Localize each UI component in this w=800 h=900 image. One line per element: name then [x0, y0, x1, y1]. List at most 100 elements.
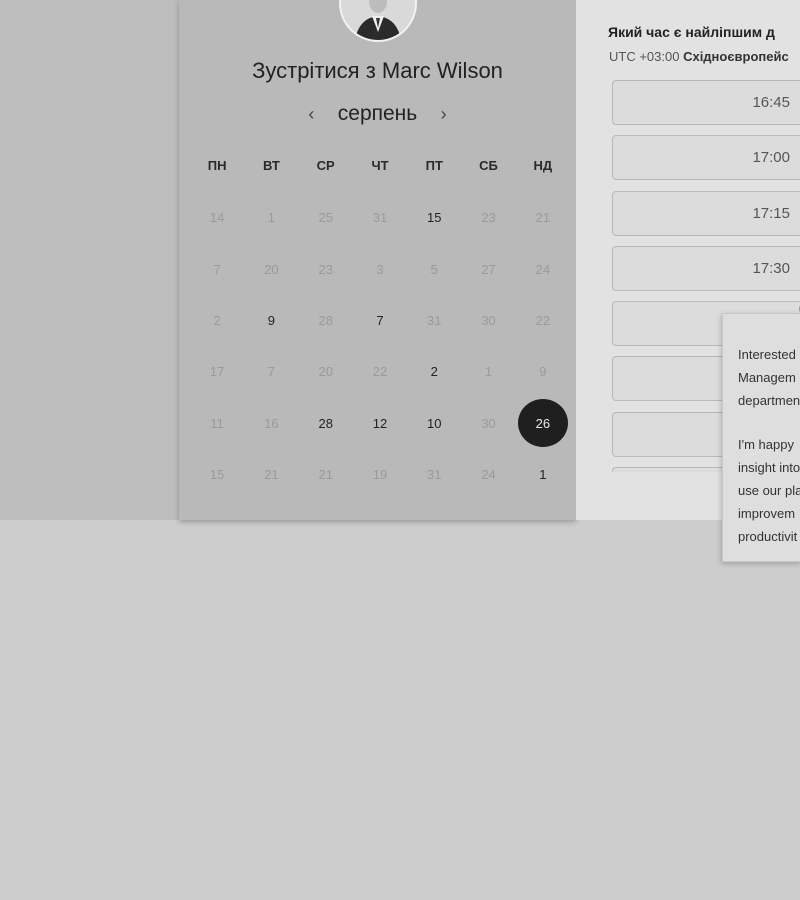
calendar-day-unavailable: 23 [461, 194, 515, 242]
calendar-day-available[interactable]: 10 [407, 399, 461, 447]
calendar-day-number: 30 [481, 312, 496, 328]
calendar-day-number: 3 [376, 261, 384, 277]
calendar-day-number: 22 [535, 312, 551, 328]
calendar-day-number: 1 [267, 210, 276, 226]
calendar-day-unavailable: 24 [461, 451, 515, 499]
left-strip [0, 0, 179, 520]
calendar-day-number: 30 [481, 415, 496, 431]
month-label: серпень [337, 102, 418, 125]
time-slot-button[interactable]: 16:45 [612, 80, 800, 125]
time-slot-button[interactable]: 17:00 [612, 135, 800, 181]
calendar-day-number: 11 [210, 415, 224, 431]
popover-line: Interested [738, 347, 796, 362]
calendar-day-number: 20 [264, 261, 279, 277]
calendar-day-number: 15 [209, 467, 225, 483]
calendar-day-available[interactable]: 7 [353, 296, 407, 344]
calendar-week-row: 7 20 23 3 5 27 24 [190, 243, 570, 294]
calendar-day-unavailable: 7 [190, 245, 244, 293]
calendar-day-unavailable: 21 [299, 451, 353, 499]
calendar-day-unavailable: 30 [461, 296, 515, 344]
calendar-day-unavailable: 22 [516, 296, 570, 344]
calendar-day-unavailable: 9 [516, 348, 570, 396]
next-month-chevron-icon[interactable]: › [434, 104, 454, 125]
weekday-header: ПН ВТ СР ЧТ ПТ СБ НД [190, 158, 570, 178]
calendar-week-row: 2 9 28 7 31 30 22 [190, 295, 570, 346]
calendar-day-selected[interactable]: 26 [516, 399, 570, 448]
calendar-day-unavailable: 30 [461, 399, 515, 447]
popover-line: productivit [738, 528, 798, 544]
calendar-day-unavailable: 23 [299, 245, 353, 293]
popover-text: Interested Managem departmen I'm happy insig… [738, 344, 800, 561]
calendar-day-unavailable: 7 [244, 348, 298, 396]
calendar-day-number: 9 [267, 312, 276, 328]
calendar-day-unavailable: 14 [190, 194, 244, 242]
calendar-day-number: 19 [372, 467, 388, 483]
calendar-day-unavailable: 17 [190, 348, 244, 396]
calendar-day-number: 25 [318, 210, 333, 226]
calendar-day-number: 15 [427, 210, 442, 226]
calendar-day-unavailable: 20 [244, 245, 298, 293]
popover-paragraph: Interested Managem departmen [738, 344, 800, 412]
timezone-label[interactable]: UTC +03:00 Східноєвропейс [609, 49, 800, 64]
calendar-day-unavailable: 21 [516, 194, 570, 242]
calendar-day-unavailable: 1 [244, 194, 298, 242]
calendar-day-number: 17 [209, 364, 225, 380]
calendar-day-unavailable: 31 [407, 296, 461, 344]
calendar-day-available[interactable]: 15 [407, 194, 461, 242]
calendar-day-number: 9 [539, 364, 547, 380]
month-navigator: ‹ серпень › [179, 102, 576, 128]
calendar-day-available[interactable]: 12 [353, 399, 407, 447]
popover-line: Managem [738, 369, 796, 385]
popover-line: I'm happy [738, 437, 794, 453]
time-slot-button[interactable]: 17:30 [612, 245, 800, 291]
prev-month-chevron-icon[interactable]: ‹ [301, 104, 321, 125]
calendar-day-unavailable: 1 [461, 348, 515, 396]
calendar-week-row: 17 7 20 22 2 1 9 [190, 346, 570, 397]
calendar-day-unavailable: 31 [407, 451, 461, 499]
calendar-day-number: 23 [481, 210, 496, 226]
calendar-day-number: 21 [264, 467, 279, 483]
popover-line: improvem [738, 505, 796, 521]
weekday-label: ПН [207, 158, 227, 173]
calendar-day-number: 14 [209, 210, 225, 226]
time-slot-button[interactable]: 17:15 [612, 190, 800, 236]
calendar-day-number: 26 [517, 399, 568, 448]
calendar-day-available[interactable]: 9 [244, 296, 298, 344]
calendar-day-number: 23 [318, 261, 333, 277]
calendar-day-unavailable: 21 [244, 451, 298, 499]
calendar-day-number: 10 [427, 415, 442, 431]
calendar-day-number: 28 [318, 415, 333, 431]
calendar-day-unavailable: 2 [190, 296, 244, 344]
calendar-day-number: 2 [430, 364, 438, 380]
meeting-title: Зустрітися з Marc Wilson [252, 58, 503, 83]
popover-line: use our pla [738, 482, 800, 498]
calendar-day-number: 31 [427, 467, 442, 483]
calendar-day-available[interactable]: 28 [299, 399, 353, 447]
weekday-label: ПТ [425, 158, 443, 173]
popover-line: departmen [738, 392, 800, 408]
popover-paragraph: I'm happy insight into use our pla improvem… [738, 434, 800, 548]
calendar-day-available[interactable]: 2 [407, 348, 461, 396]
calendar-week-row: 15 21 21 19 31 24 1 [190, 449, 570, 500]
calendar-day-number: 5 [430, 261, 438, 277]
calendar-week-row: 14 1 25 31 15 23 21 [190, 192, 570, 243]
calendar-day-number: 27 [481, 261, 496, 277]
calendar-day-unavailable: 27 [461, 245, 515, 293]
booking-page: Зустрітися з Marc Wilson ‹ серпень › ПН В… [0, 0, 800, 900]
timezone-offset: UTC +03:00 [609, 49, 680, 64]
calendar-day-unavailable: 11 [190, 399, 244, 447]
calendar-day-unavailable: 19 [353, 451, 407, 499]
calendar-day-unavailable: 22 [353, 348, 407, 396]
calendar-day-number: 1 [484, 364, 493, 380]
host-avatar [339, 0, 417, 42]
calendar-day-unavailable: 3 [353, 245, 407, 293]
calendar-day-available[interactable]: 1 [516, 451, 570, 499]
weekday-label: ВТ [263, 158, 280, 173]
calendar-day-number: 22 [372, 364, 388, 380]
calendar-day-unavailable: 31 [353, 194, 407, 242]
calendar-day-number: 7 [213, 261, 221, 277]
calendar-day-number: 31 [427, 312, 442, 328]
calendar-day-number: 21 [535, 210, 551, 226]
calendar-day-number: 7 [267, 364, 276, 380]
popover-line: insight into [738, 460, 800, 476]
